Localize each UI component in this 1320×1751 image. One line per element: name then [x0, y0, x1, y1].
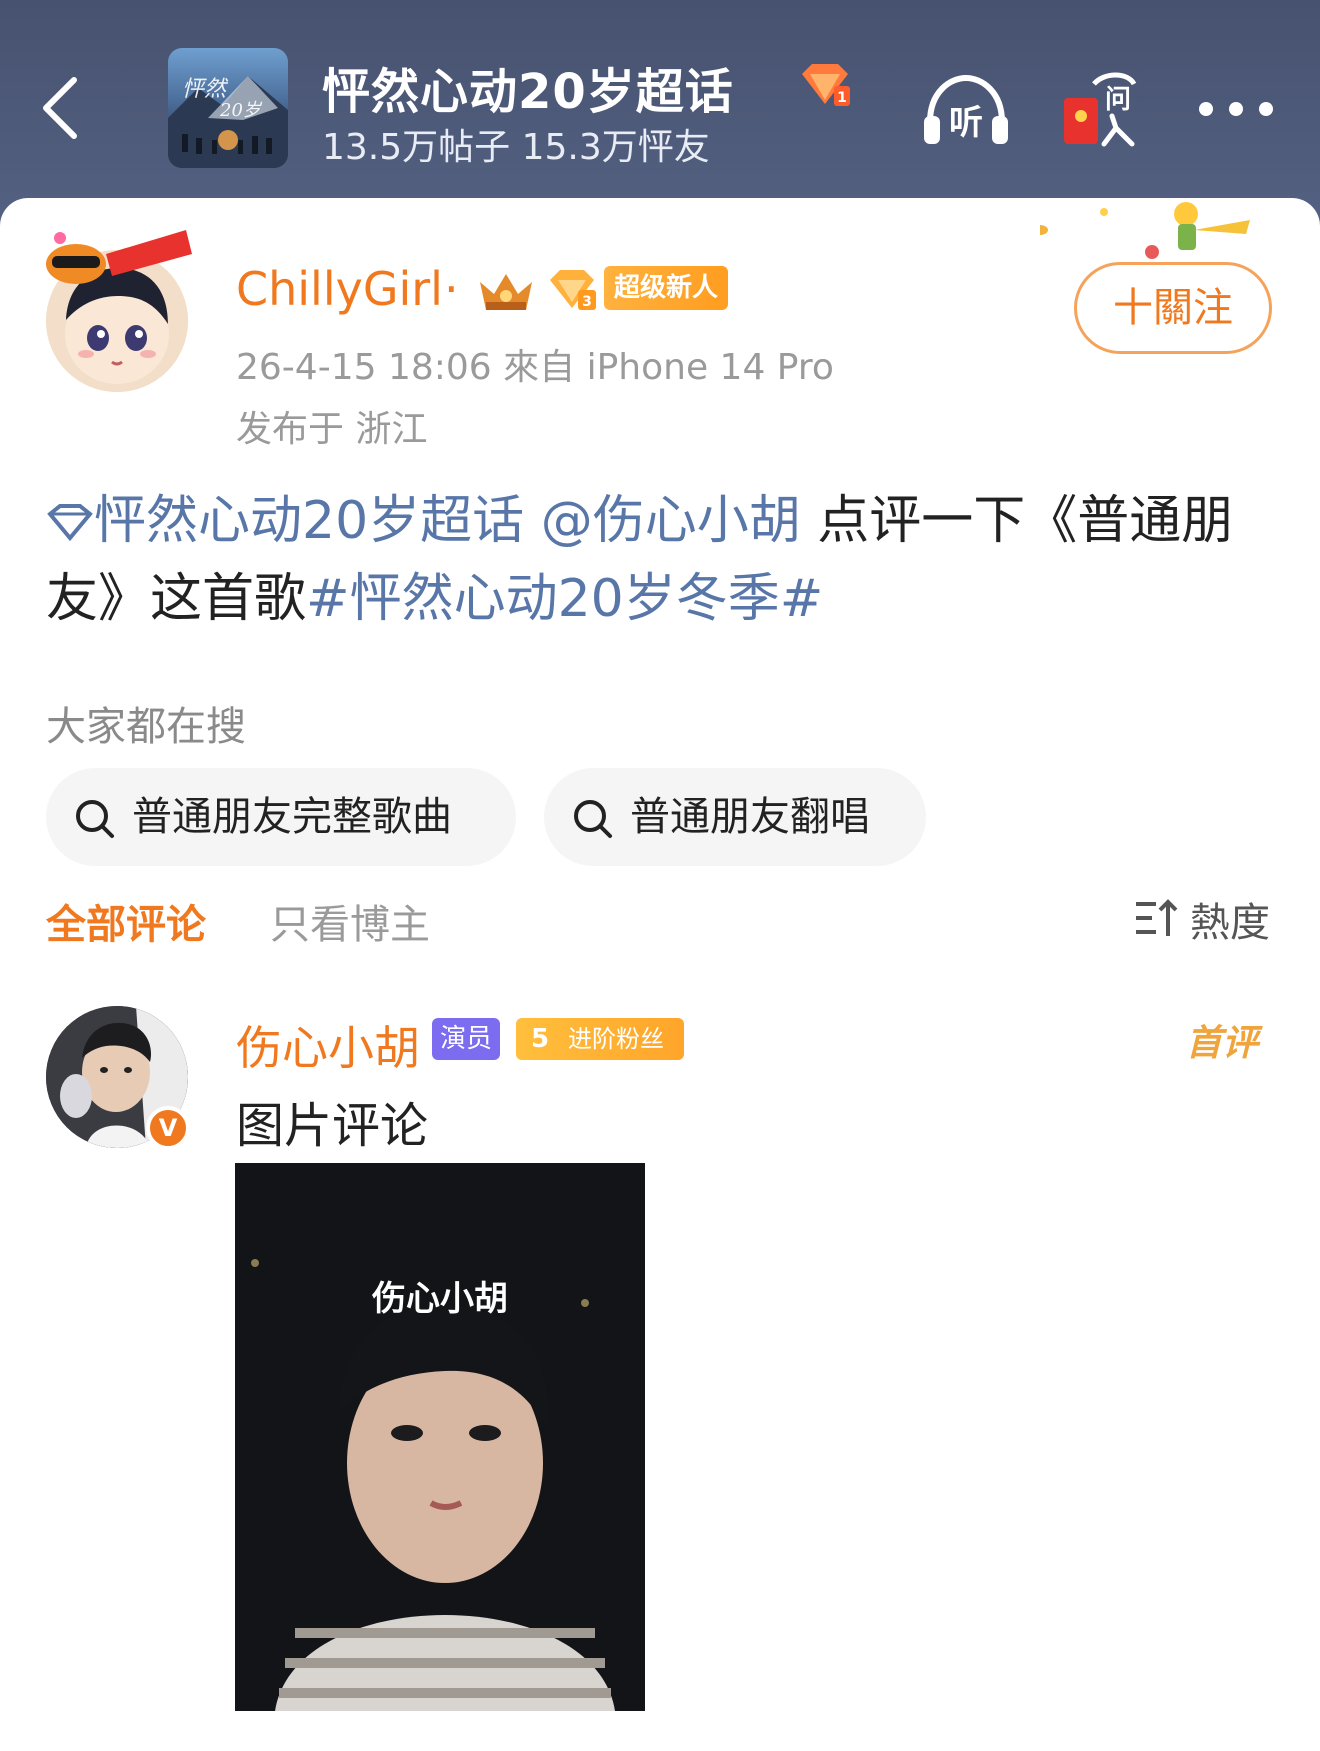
topic-link[interactable]: 怦然心动20岁超话	[94, 491, 524, 551]
post-location: 发布于 浙江	[236, 409, 428, 450]
listen-label: 听	[949, 103, 983, 143]
back-arrow-icon[interactable]	[30, 68, 100, 148]
svg-text:1: 1	[837, 90, 847, 106]
gem-level-icon[interactable]: 3	[546, 268, 598, 312]
super-newbie-badge: 超级新人	[604, 266, 729, 310]
svg-text:20岁: 20岁	[219, 100, 263, 121]
svg-text:怦然: 怦然	[182, 77, 229, 102]
comment-image[interactable]: 伤心小胡	[235, 1163, 645, 1711]
svg-text:3: 3	[582, 294, 592, 310]
tab-author-only[interactable]: 只看博主	[270, 892, 430, 950]
topic-cover-image[interactable]: 怦然 20岁	[168, 48, 288, 168]
headphones-listen-icon[interactable]: 听	[920, 70, 1012, 150]
hashtag-link[interactable]: #怦然心动20岁冬季#	[306, 569, 823, 629]
sort-by-heat-button[interactable]: 熱度	[1190, 890, 1270, 948]
commenter-username[interactable]: 伤心小胡	[236, 1012, 420, 1078]
search-icon	[574, 800, 612, 838]
tiger-pendant-decoration-icon	[46, 230, 192, 284]
tab-all-comments[interactable]: 全部评论	[46, 892, 206, 950]
follow-button[interactable]: 十關注	[1074, 262, 1272, 354]
topic-title[interactable]: 怦然心动20岁超话	[322, 52, 734, 122]
ask-redpacket-icon[interactable]: 问	[1060, 68, 1140, 152]
verified-v-icon: V	[146, 1106, 190, 1150]
author-username[interactable]: ChillyGirl	[236, 262, 443, 316]
post-content: 怦然心动20岁超话 @伤心小胡 点评一下《普通朋友》这首歌#怦然心动20岁冬季#	[46, 482, 1276, 638]
post-timestamp-source: 26-4-15 18:06 來自 iPhone 14 Pro	[236, 347, 834, 388]
username-separator: ·	[444, 262, 459, 316]
little-prince-decoration-icon	[1040, 202, 1250, 259]
more-options-icon[interactable]	[1196, 96, 1276, 122]
topic-header: 怦然 20岁 怦然心动20岁超话 1 13.5万帖子 15.3万怦友 听 问	[0, 0, 1320, 230]
trending-search-title: 大家都在搜	[46, 704, 246, 750]
first-comment-badge: 首评	[1186, 1023, 1259, 1064]
mention-link[interactable]: @伤心小胡	[541, 491, 801, 551]
search-chip-label: 普通朋友完整歌曲	[132, 794, 452, 840]
sort-icon[interactable]	[1134, 898, 1178, 938]
super-topic-gem-icon: 1	[802, 64, 850, 106]
ask-label: 问	[1105, 85, 1131, 115]
image-caption: 伤心小胡	[372, 1279, 508, 1319]
search-chip-label: 普通朋友翻唱	[630, 794, 870, 840]
post-card	[0, 198, 1320, 1751]
search-chip[interactable]: 普通朋友完整歌曲	[46, 768, 516, 866]
actor-badge: 演员	[432, 1018, 501, 1060]
fan-level-number: 5	[530, 1024, 550, 1054]
search-chip[interactable]: 普通朋友翻唱	[544, 768, 926, 866]
super-topic-link-icon	[47, 504, 93, 542]
crown-level-icon[interactable]	[474, 266, 538, 314]
comment-text: 图片评论	[236, 1098, 429, 1154]
search-icon	[76, 800, 114, 838]
topic-stats: 13.5万帖子 15.3万怦友	[322, 127, 710, 168]
